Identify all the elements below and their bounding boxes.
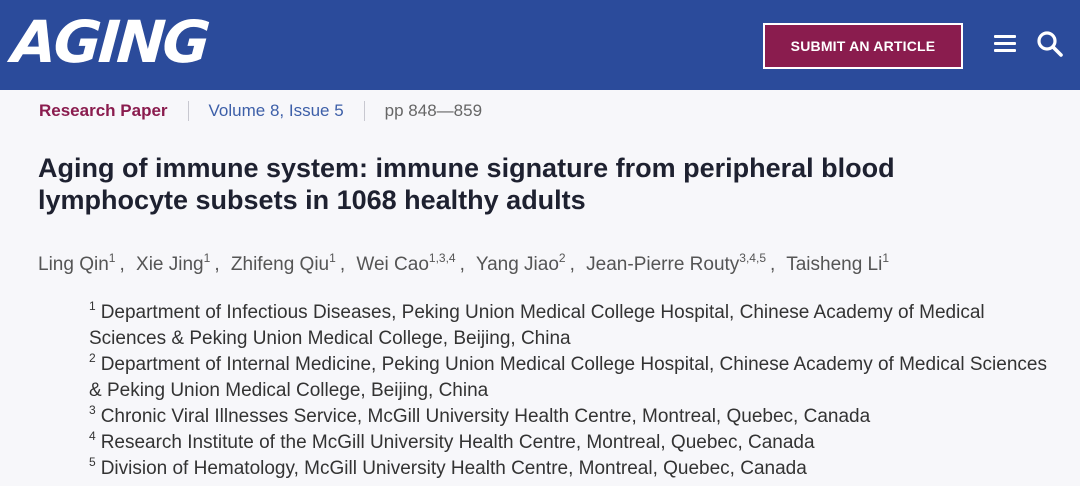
author-affil-ref: 1 bbox=[203, 251, 211, 265]
affiliation-item: 1 Department of Infectious Diseases, Peki… bbox=[89, 300, 1049, 352]
search-icon[interactable] bbox=[1036, 30, 1064, 58]
article-title: Aging of immune system: immune signature… bbox=[38, 153, 895, 215]
divider bbox=[363, 101, 365, 121]
article-meta: Research Paper Volume 8, Issue 5 pp 848—… bbox=[39, 100, 482, 122]
divider bbox=[187, 101, 189, 121]
affiliation-text: Research Institute of the McGill Univers… bbox=[100, 432, 815, 453]
author-name[interactable]: Yang Jiao bbox=[476, 254, 559, 275]
author-affil-ref: 1 bbox=[882, 251, 890, 265]
author-affil-ref: 1 bbox=[329, 251, 336, 265]
affiliation-item: 3 Chronic Viral Illnesses Service, McGill… bbox=[89, 404, 1049, 430]
affiliation-text: Department of Internal Medicine, Peking … bbox=[89, 354, 1047, 401]
author-name[interactable]: Xie Jing bbox=[136, 254, 204, 275]
affiliation-item: 2 Department of Internal Medicine, Peking… bbox=[89, 352, 1049, 404]
hamburger-icon[interactable] bbox=[994, 35, 1016, 53]
affiliation-text: Division of Hematology, McGill Universit… bbox=[100, 458, 807, 479]
author-affil-ref: 2 bbox=[558, 251, 566, 265]
affiliation-number: 5 bbox=[89, 455, 96, 469]
aging-logo[interactable]: AGING bbox=[10, 8, 210, 76]
affiliation-list: 1 Department of Infectious Diseases, Peki… bbox=[89, 300, 1049, 482]
author-list: Ling Qin1, Xie Jing1, Zhifeng Qiu1, Wei … bbox=[38, 251, 890, 275]
author-name[interactable]: Jean-Pierre Routy bbox=[586, 254, 739, 275]
affiliation-number: 3 bbox=[89, 403, 96, 417]
author-name[interactable]: Wei Cao bbox=[356, 254, 429, 275]
affiliation-text: Department of Infectious Diseases, Pekin… bbox=[89, 302, 985, 349]
author-affil-ref: 1 bbox=[108, 251, 116, 265]
affiliation-text: Chronic Viral Illnesses Service, McGill … bbox=[100, 406, 871, 427]
page-range: pp 848—859 bbox=[384, 101, 483, 120]
author-affil-ref: 3,4,5 bbox=[739, 251, 766, 265]
article-type[interactable]: Research Paper bbox=[39, 101, 168, 121]
author-name[interactable]: Zhifeng Qiu bbox=[231, 254, 329, 275]
affiliation-number: 4 bbox=[89, 429, 96, 443]
affiliation-number: 2 bbox=[89, 351, 96, 365]
author-name[interactable]: Ling Qin bbox=[38, 254, 109, 275]
site-header: AGING SUBMIT AN ARTICLE bbox=[0, 0, 1080, 90]
affiliation-item: 5 Division of Hematology, McGill Universi… bbox=[89, 456, 1049, 482]
author-affil-ref: 1,3,4 bbox=[428, 251, 456, 265]
submit-article-button[interactable]: SUBMIT AN ARTICLE bbox=[763, 23, 963, 69]
affiliation-number: 1 bbox=[89, 299, 96, 313]
author-name[interactable]: Taisheng Li bbox=[786, 254, 882, 275]
affiliation-item: 4 Research Institute of the McGill Univer… bbox=[89, 430, 1049, 456]
volume-issue-link[interactable]: Volume 8, Issue 5 bbox=[209, 101, 344, 121]
